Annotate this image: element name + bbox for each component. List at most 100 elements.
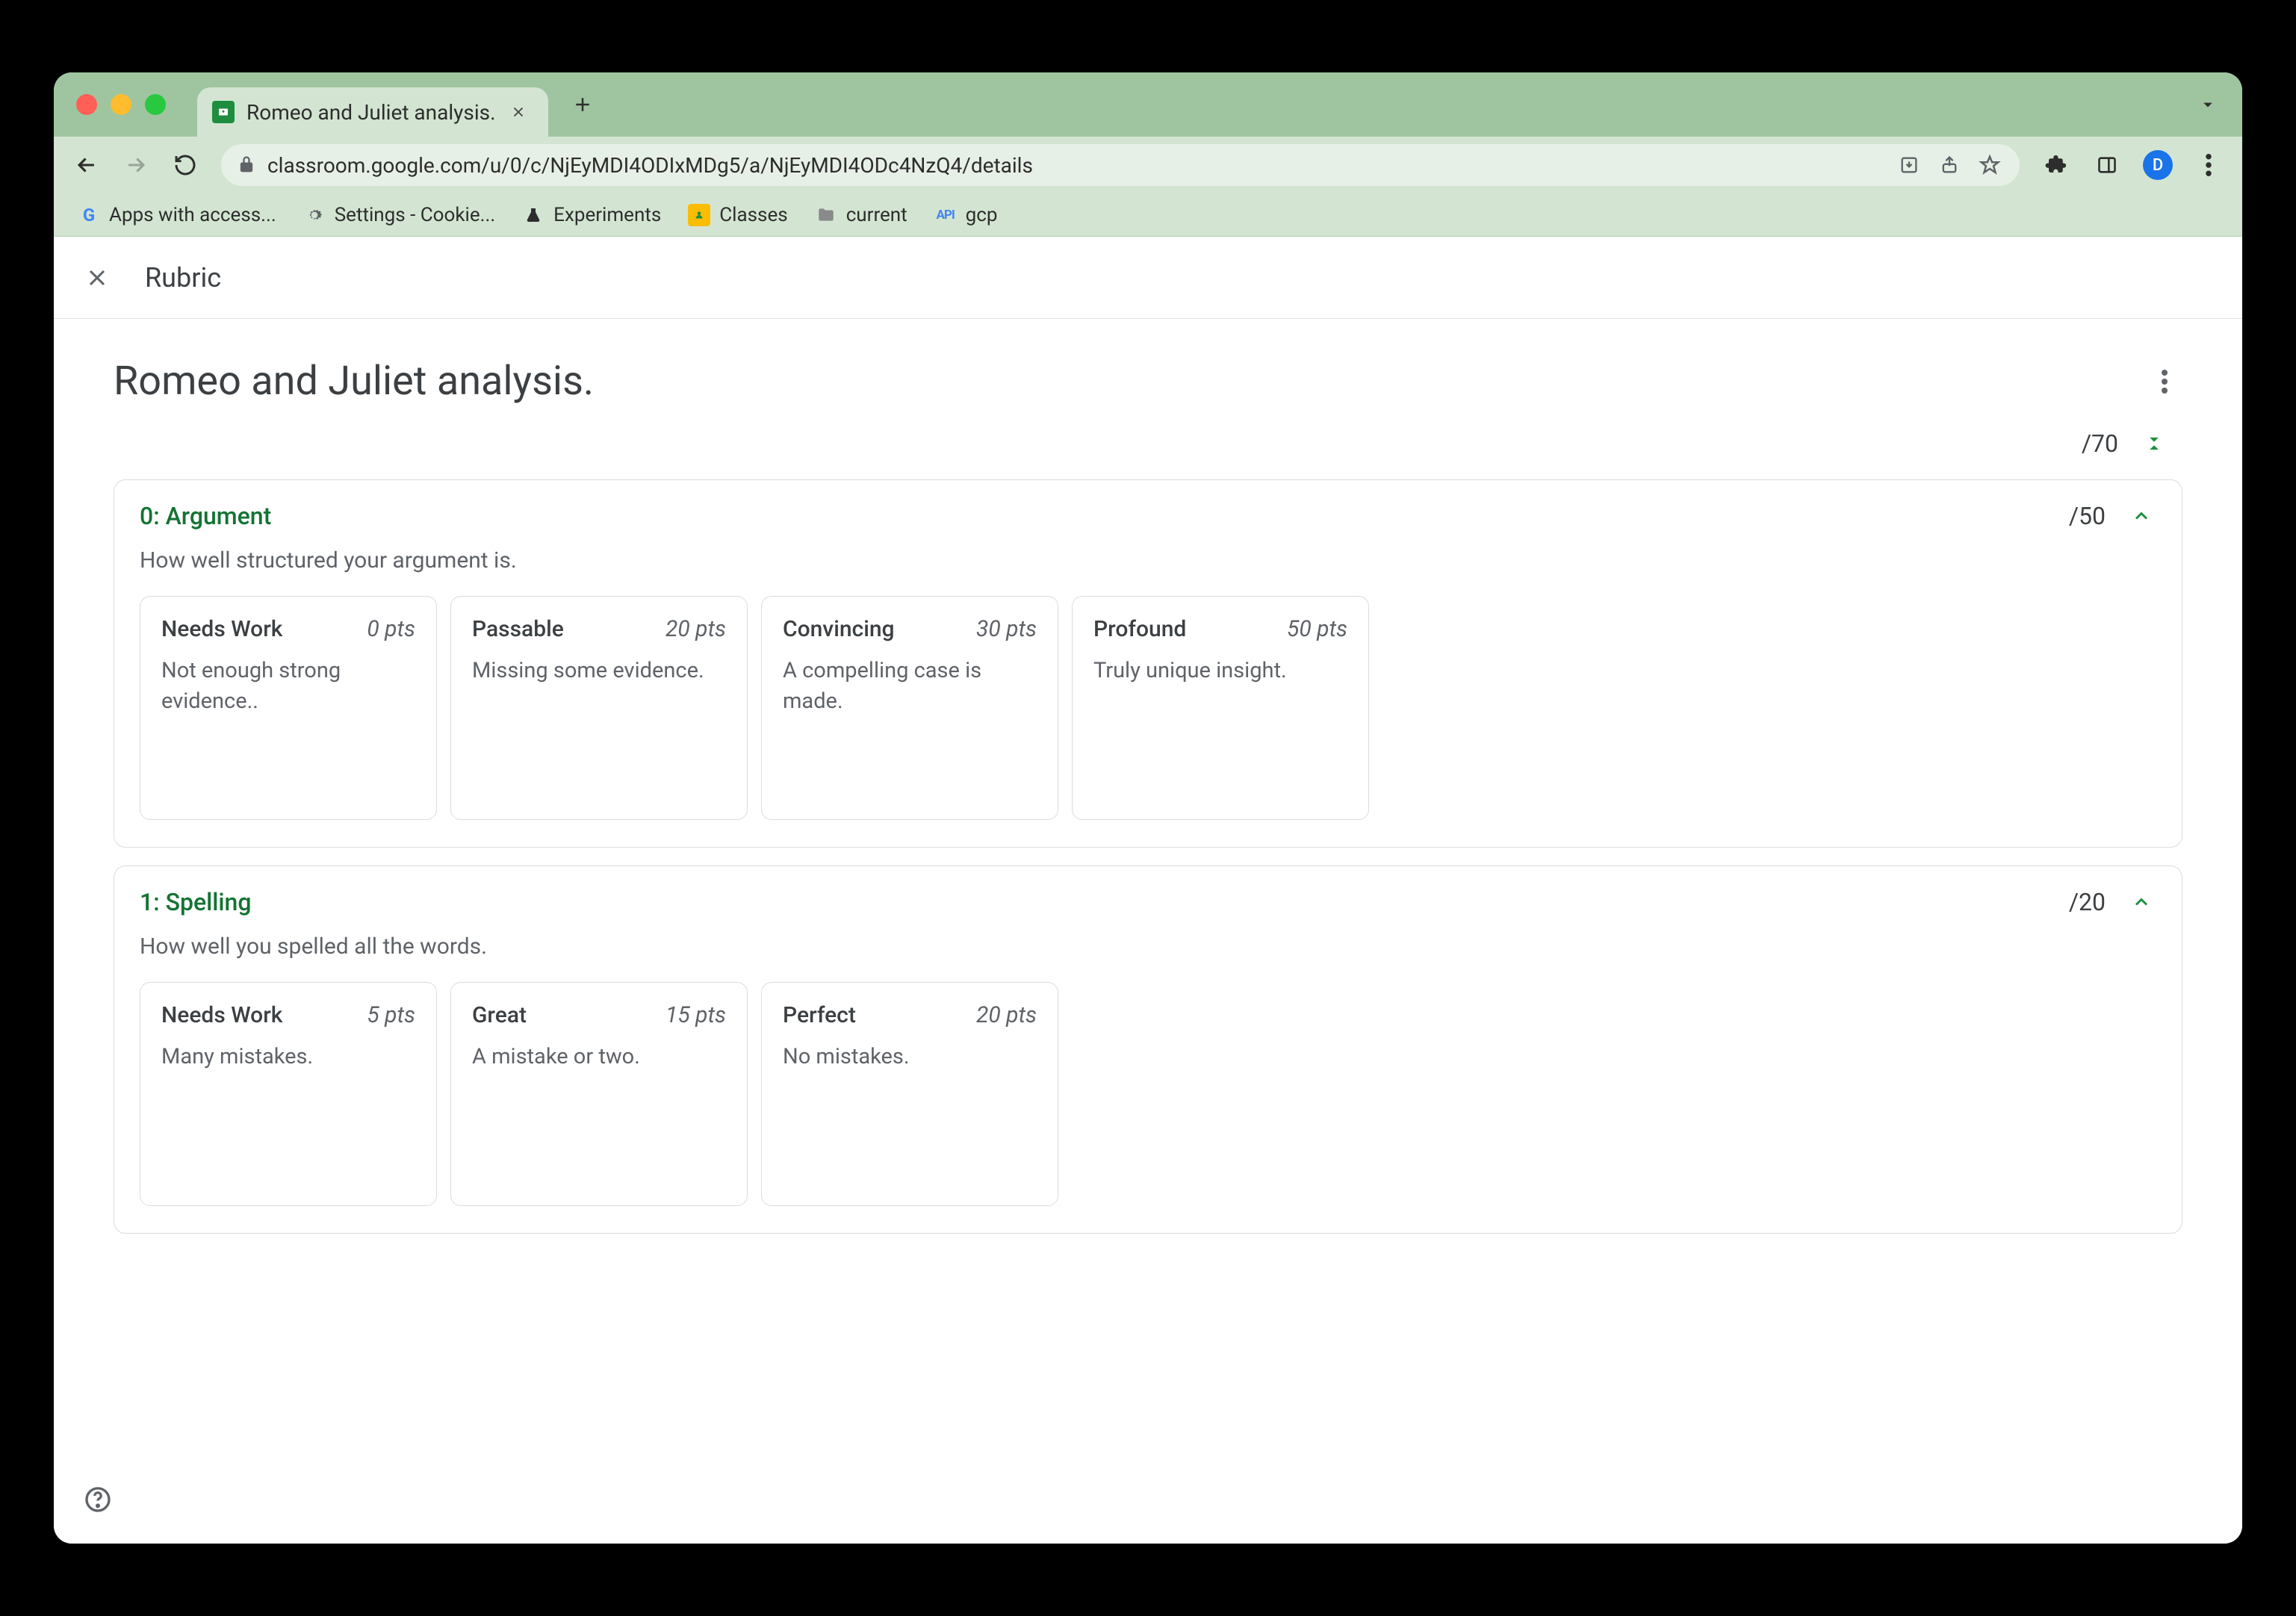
tabs-dropdown-button[interactable] bbox=[2191, 88, 2224, 121]
level-title: Needs Work bbox=[161, 616, 282, 642]
level-header: Needs Work 0 pts bbox=[161, 616, 415, 642]
bookmark-experiments[interactable]: Experiments bbox=[512, 199, 671, 231]
level-header: Passable 20 pts bbox=[472, 616, 726, 642]
criterion-title: 1: Spelling bbox=[140, 888, 252, 916]
url-text: classroom.google.com/u/0/c/NjEyMDI4ODIxM… bbox=[267, 153, 1884, 178]
level-description: Missing some evidence. bbox=[472, 656, 726, 686]
criterion-header: 1: Spelling/20 bbox=[140, 887, 2156, 917]
level-points: 5 pts bbox=[367, 1002, 415, 1028]
criterion-description: How well you spelled all the words. bbox=[140, 933, 2156, 960]
new-tab-button[interactable] bbox=[563, 85, 602, 124]
level-card[interactable]: Needs Work 5 pts Many mistakes. bbox=[140, 982, 437, 1206]
google-g-icon: G bbox=[78, 204, 100, 226]
collapse-criterion-button[interactable] bbox=[2126, 501, 2156, 531]
rubric-content: Romeo and Juliet analysis. /70 0: Argume… bbox=[54, 319, 2242, 1544]
bookmark-current[interactable]: current bbox=[804, 199, 918, 231]
gear-icon bbox=[303, 204, 326, 226]
browser-tab[interactable]: Romeo and Juliet analysis. bbox=[197, 87, 548, 137]
classroom-favicon bbox=[212, 101, 235, 123]
level-header: Perfect 20 pts bbox=[783, 1002, 1037, 1028]
install-icon[interactable] bbox=[1894, 150, 1924, 180]
levels-row: Needs Work 5 pts Many mistakes. Great15 pts… bbox=[140, 982, 2156, 1206]
profile-button[interactable]: D bbox=[2139, 146, 2176, 184]
close-rubric-button[interactable] bbox=[79, 260, 115, 296]
bookmark-apps-access[interactable]: G Apps with access... bbox=[67, 199, 287, 231]
bookmark-label: current bbox=[846, 204, 907, 226]
total-points: /70 bbox=[2082, 429, 2118, 458]
bookmark-label: Classes bbox=[719, 204, 787, 226]
reload-button[interactable] bbox=[164, 144, 206, 186]
criterion-title: 0: Argument bbox=[140, 502, 271, 530]
level-points: 0 pts bbox=[367, 616, 415, 642]
level-card[interactable]: Perfect20 ptsNo mistakes. bbox=[761, 982, 1058, 1206]
tab-strip: Romeo and Juliet analysis. bbox=[54, 72, 2242, 137]
level-title: Perfect bbox=[783, 1002, 856, 1028]
level-points: 20 pts bbox=[976, 1002, 1037, 1028]
help-button[interactable] bbox=[81, 1482, 115, 1517]
level-points: 20 pts bbox=[665, 616, 726, 642]
bookmark-classes[interactable]: Classes bbox=[677, 199, 798, 231]
window-maximize-button[interactable] bbox=[145, 94, 166, 115]
level-points: 50 pts bbox=[1287, 616, 1347, 642]
level-points: 30 pts bbox=[976, 616, 1037, 642]
collapse-all-button[interactable] bbox=[2139, 429, 2169, 459]
bookmark-settings-cookie[interactable]: Settings - Cookie... bbox=[293, 199, 506, 231]
rubric-more-menu[interactable] bbox=[2147, 364, 2182, 400]
level-card[interactable]: Profound 50 pts Truly unique insight. bbox=[1072, 596, 1369, 820]
level-card[interactable]: Needs Work 0 pts Not enough strong evidenc… bbox=[140, 596, 437, 820]
window-minimize-button[interactable] bbox=[111, 94, 131, 115]
app-bar-title: Rubric bbox=[145, 262, 221, 293]
share-icon[interactable] bbox=[1934, 150, 1964, 180]
level-title: Passable bbox=[472, 616, 564, 642]
level-header: Convincing 30 pts bbox=[783, 616, 1037, 642]
bookmark-label: Apps with access... bbox=[109, 204, 276, 226]
profile-avatar: D bbox=[2143, 150, 2173, 180]
browser-window: Romeo and Juliet analysis. classroom.goo… bbox=[54, 72, 2242, 1544]
address-bar[interactable]: classroom.google.com/u/0/c/NjEyMDI4ODIxM… bbox=[221, 144, 2020, 186]
folder-icon bbox=[815, 204, 837, 226]
tab-title: Romeo and Juliet analysis. bbox=[246, 100, 496, 125]
level-description: Truly unique insight. bbox=[1093, 656, 1347, 686]
chrome-menu-button[interactable] bbox=[2190, 146, 2227, 184]
criterion-points: /50 bbox=[2069, 502, 2106, 530]
app-content: Rubric Romeo and Juliet analysis. /70 0:… bbox=[54, 237, 2242, 1544]
level-header: Needs Work 5 pts bbox=[161, 1002, 415, 1028]
forward-button[interactable] bbox=[115, 144, 157, 186]
criterion-points: /20 bbox=[2069, 888, 2106, 916]
bookmark-gcp[interactable]: API gcp bbox=[924, 199, 1008, 231]
total-points-row: /70 bbox=[114, 429, 2182, 459]
bookmark-label: gcp bbox=[966, 204, 998, 226]
level-card[interactable]: Passable 20 pts Missing some evidence. bbox=[450, 596, 748, 820]
extensions-button[interactable] bbox=[2038, 146, 2075, 184]
criterion-actions: /50 bbox=[2069, 501, 2156, 531]
back-button[interactable] bbox=[66, 144, 108, 186]
toolbar: classroom.google.com/u/0/c/NjEyMDI4ODIxM… bbox=[54, 137, 2242, 193]
level-card[interactable]: Great15 pts A mistake or two. bbox=[450, 982, 748, 1206]
flask-icon bbox=[522, 204, 544, 226]
level-description: Not enough strong evidence.. bbox=[161, 656, 415, 716]
level-points: 15 pts bbox=[665, 1002, 726, 1028]
level-title: Convincing bbox=[783, 616, 895, 642]
window-close-button[interactable] bbox=[76, 94, 97, 115]
level-title: Profound bbox=[1093, 616, 1186, 642]
page-title: Romeo and Juliet analysis. bbox=[114, 358, 594, 405]
side-panel-button[interactable] bbox=[2088, 146, 2126, 184]
level-header: Great15 pts bbox=[472, 1002, 726, 1028]
level-title: Needs Work bbox=[161, 1002, 282, 1028]
bookmark-star-icon[interactable] bbox=[1975, 150, 2005, 180]
level-description: A mistake or two. bbox=[472, 1042, 726, 1072]
level-description: Many mistakes. bbox=[161, 1042, 415, 1072]
criterion-header: 0: Argument/50 bbox=[140, 501, 2156, 531]
tab-close-button[interactable] bbox=[508, 102, 529, 122]
window-controls bbox=[76, 94, 166, 115]
bookmarks-bar: G Apps with access... Settings - Cookie.… bbox=[54, 193, 2242, 237]
bookmark-label: Settings - Cookie... bbox=[335, 204, 495, 226]
page-header: Romeo and Juliet analysis. bbox=[114, 358, 2182, 405]
criterion-card: 1: Spelling/20 How well you spelled all t… bbox=[114, 866, 2182, 1234]
level-description: A compelling case is made. bbox=[783, 656, 1037, 716]
criterion-card: 0: Argument/50How well structured your a… bbox=[114, 479, 2182, 848]
classroom-icon bbox=[688, 204, 710, 226]
collapse-criterion-button[interactable] bbox=[2126, 887, 2156, 917]
app-bar: Rubric bbox=[54, 237, 2242, 319]
level-card[interactable]: Convincing 30 pts A compelling case is mad… bbox=[761, 596, 1058, 820]
